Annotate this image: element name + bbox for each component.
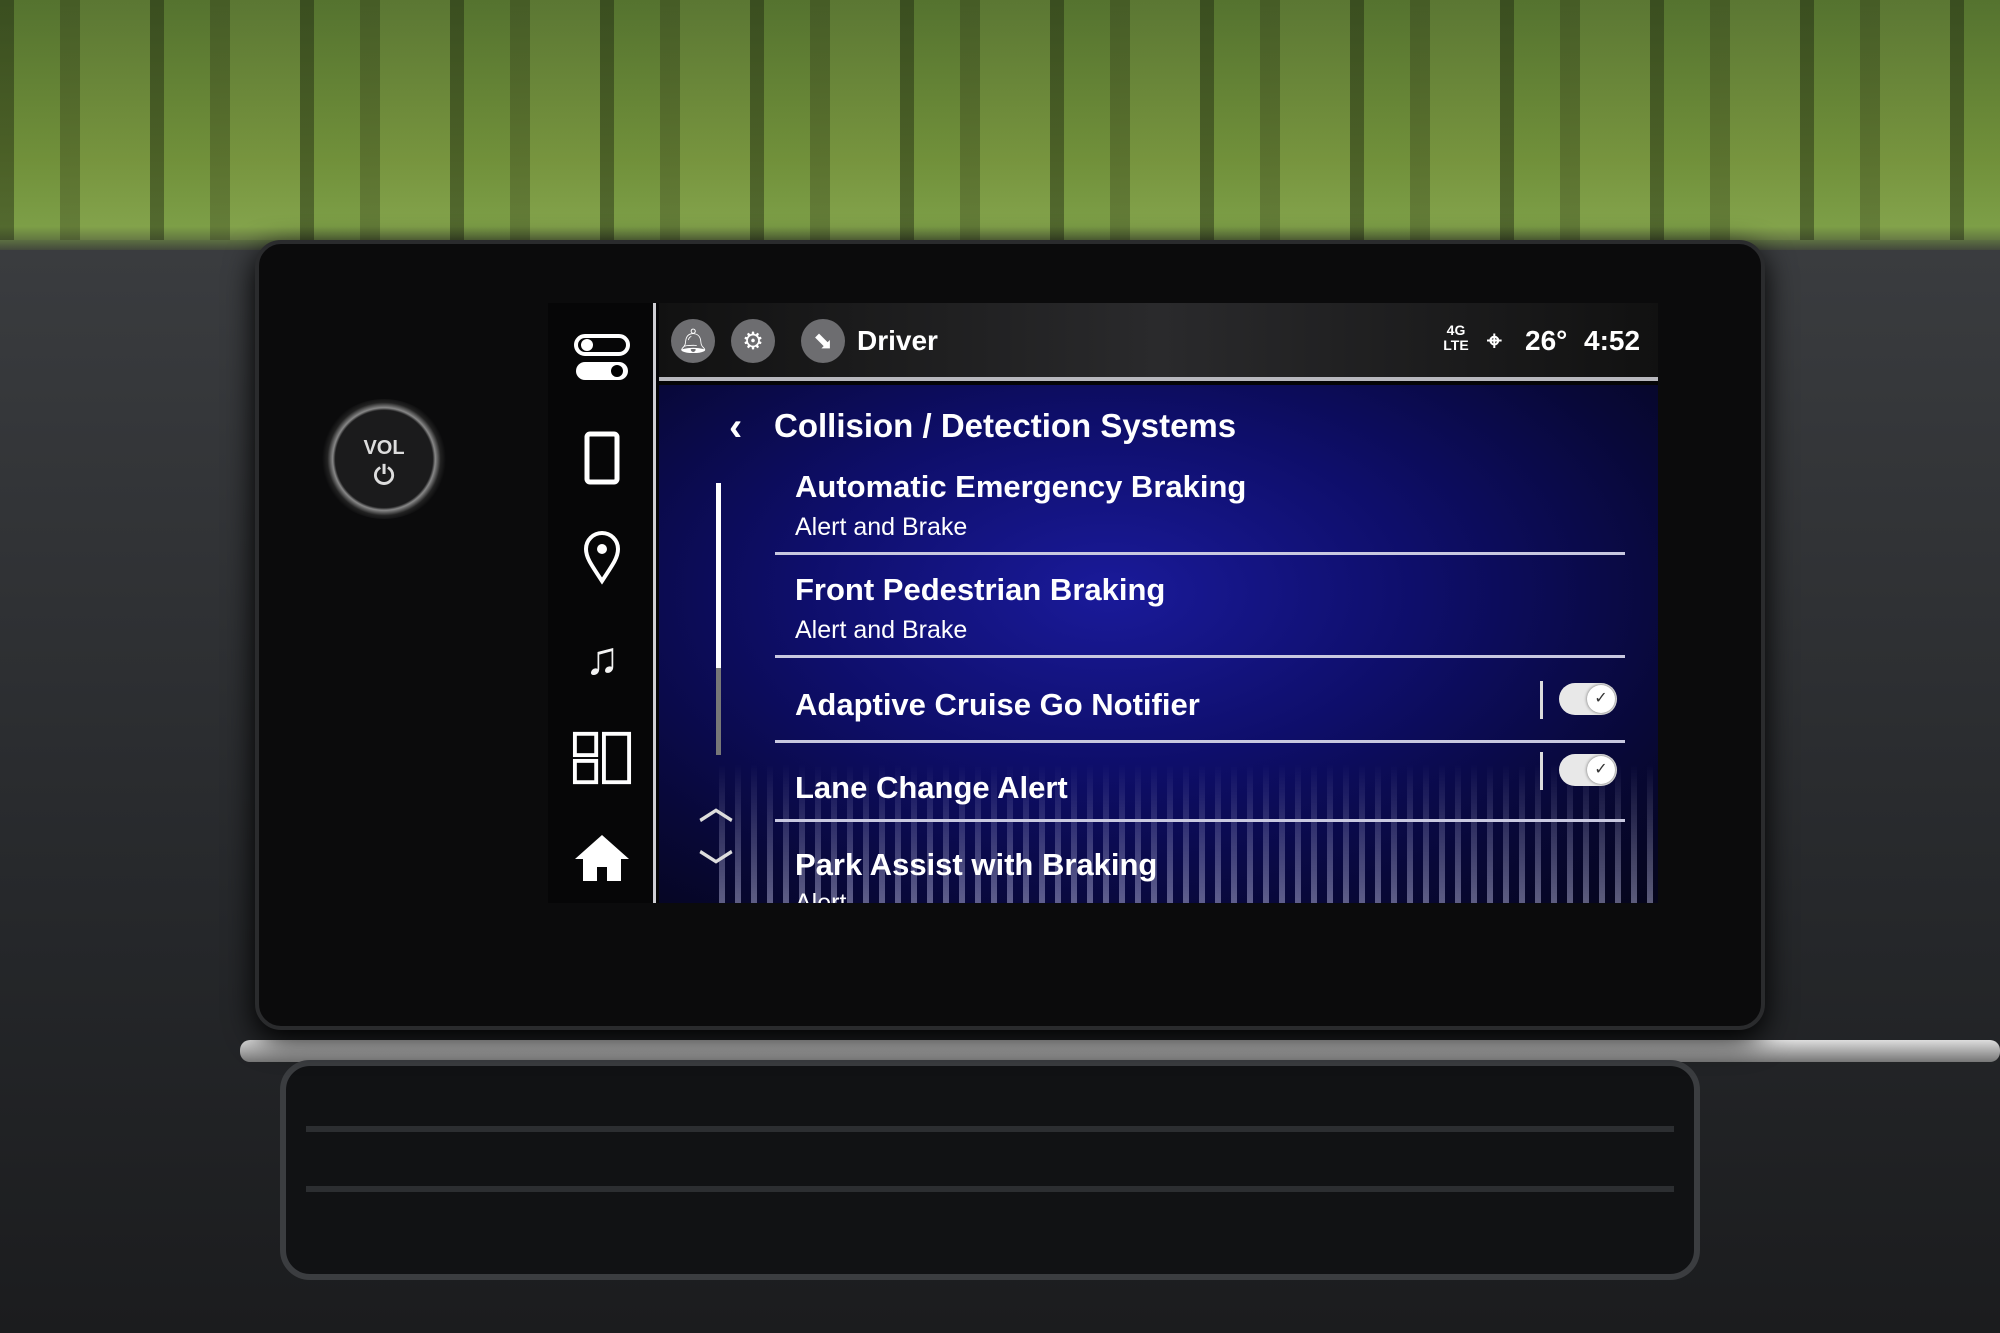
setting-row-front-pedestrian-braking[interactable]: Front Pedestrian Braking Alert and Brake: [775, 558, 1625, 658]
setting-value: Alert and Brake: [795, 616, 968, 644]
scrollbar[interactable]: [716, 483, 721, 755]
setting-value: Alert: [795, 889, 847, 903]
scroll-up-button[interactable]: ︿: [699, 780, 733, 829]
sidebar-item-apps[interactable]: [572, 728, 632, 788]
bell-icon: 🔔︎: [677, 327, 709, 355]
chevron-up-icon: ︿: [699, 789, 733, 827]
seat-icon: ⬊: [812, 327, 834, 355]
notifications-button[interactable]: 🔔︎: [671, 319, 715, 363]
scrollbar-thumb[interactable]: [716, 483, 721, 668]
setting-row-lane-change-alert[interactable]: Lane Change Alert ✓: [775, 746, 1625, 822]
page-title: Collision / Detection Systems: [774, 407, 1237, 444]
lane-change-alert-toggle[interactable]: ✓: [1559, 754, 1617, 786]
check-icon: ✓: [1587, 685, 1615, 713]
driver-profile-button[interactable]: ⬊: [801, 319, 845, 363]
location-pin-icon: ⌖: [1487, 325, 1502, 355]
sidebar-item-controls[interactable]: [572, 328, 632, 388]
sidebar-item-phone[interactable]: [572, 428, 632, 488]
location-pin-icon: [583, 531, 621, 585]
profile-name: Driver: [857, 325, 938, 356]
apps-grid-icon: [572, 731, 632, 785]
chrome-trim: [240, 1040, 2000, 1062]
setting-row-park-assist-with-braking[interactable]: Park Assist with Braking Alert: [775, 825, 1625, 903]
sidebar-item-navigation[interactable]: [572, 528, 632, 588]
setting-row-adaptive-cruise-go-notifier[interactable]: Adaptive Cruise Go Notifier ✓: [775, 661, 1625, 743]
adaptive-cruise-go-notifier-toggle[interactable]: ✓: [1559, 683, 1617, 715]
home-icon: [575, 835, 629, 881]
divider: [1540, 752, 1543, 790]
setting-title: Park Assist with Braking: [795, 847, 1158, 882]
setting-value: Alert and Brake: [795, 513, 968, 541]
setting-row-automatic-emergency-braking[interactable]: Automatic Emergency Braking Alert and Br…: [775, 455, 1625, 555]
network-indicator: 4G LTE: [1443, 322, 1469, 353]
power-icon: ⏻: [373, 460, 395, 490]
scroll-down-button[interactable]: ﹀: [699, 840, 733, 889]
setting-title: Front Pedestrian Braking: [795, 572, 1166, 607]
check-icon: ✓: [1587, 756, 1615, 784]
setting-title: Automatic Emergency Braking: [795, 469, 1247, 504]
chevron-down-icon: ﹀: [699, 849, 733, 887]
setting-title: Adaptive Cruise Go Notifier: [795, 687, 1200, 722]
setting-title: Lane Change Alert: [795, 770, 1068, 805]
status-bar: 🔔︎ ⚙ ⬊ Driver 4G LTE ⌖ 26° 4:52: [659, 303, 1658, 381]
clock: 4:52: [1584, 325, 1641, 356]
sidebar: ♫: [548, 303, 656, 903]
toggles-icon: [574, 334, 630, 380]
vol-label: VOL: [363, 437, 405, 459]
temperature: 26°: [1525, 325, 1568, 356]
content-area: ‹ Collision / Detection Systems ︿ ﹀ Auto…: [659, 385, 1658, 903]
air-vent: [280, 1060, 1700, 1280]
back-button[interactable]: ‹: [729, 405, 742, 450]
music-note-icon: ♫: [584, 632, 620, 684]
volume-knob[interactable]: VOL ⏻: [319, 399, 449, 519]
background-scenery: [0, 0, 2000, 240]
settings-button[interactable]: ⚙: [731, 319, 775, 363]
gear-icon: ⚙: [742, 327, 764, 355]
chevron-left-icon: ‹: [729, 405, 743, 449]
sidebar-item-home[interactable]: [572, 828, 632, 888]
sidebar-item-audio[interactable]: ♫: [572, 628, 632, 688]
touchscreen: ♫ 🔔︎ ⚙ ⬊ Driver 4G LTE ⌖ 26° 4:52 ‹ Coll…: [548, 303, 1658, 903]
divider: [1540, 681, 1543, 719]
phone-icon: [584, 431, 620, 485]
